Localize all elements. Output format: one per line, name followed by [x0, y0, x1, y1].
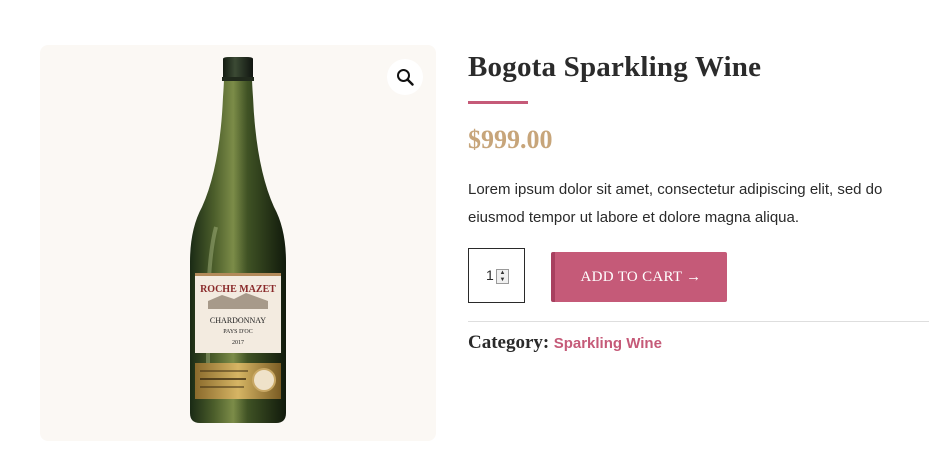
product-meta: Category: Sparkling Wine: [468, 332, 929, 355]
product-price: $999.00: [468, 125, 553, 154]
quantity-value: 1: [486, 267, 494, 283]
quantity-input[interactable]: 1 ▲ ▼: [468, 248, 525, 303]
add-to-cart-button[interactable]: ADD TO CART →: [551, 252, 727, 302]
product-title: Bogota Sparkling Wine: [468, 51, 762, 83]
category-label: Category:: [468, 332, 550, 353]
product-image[interactable]: ROCHE MAZET CHARDONNAY PAYS D'OC 2017: [186, 57, 290, 427]
label-region: PAYS D'OC: [223, 329, 253, 335]
label-brand: ROCHE MAZET: [200, 284, 276, 295]
meta-divider: [468, 321, 929, 322]
product-page: ROCHE MAZET CHARDONNAY PAYS D'OC 2017 Bo…: [0, 0, 929, 475]
spinner-down-icon[interactable]: ▼: [497, 277, 508, 284]
category-link[interactable]: Sparkling Wine: [554, 335, 662, 352]
product-summary: Bogota Sparkling Wine $999.00 Lorem ipsu…: [468, 45, 929, 355]
zoom-button[interactable]: [387, 59, 423, 95]
label-year: 2017: [232, 340, 244, 346]
label-variety: CHARDONNAY: [210, 316, 266, 325]
magnifier-icon: [397, 69, 414, 86]
title-divider: [468, 101, 528, 104]
product-description: Lorem ipsum dolor sit amet, consectetur …: [468, 181, 883, 226]
product-gallery: ROCHE MAZET CHARDONNAY PAYS D'OC 2017: [40, 45, 436, 441]
add-to-cart-form: 1 ▲ ▼ ADD TO CART →: [468, 248, 929, 306]
spinner-arrows-icon[interactable]: ▲ ▼: [496, 269, 509, 284]
